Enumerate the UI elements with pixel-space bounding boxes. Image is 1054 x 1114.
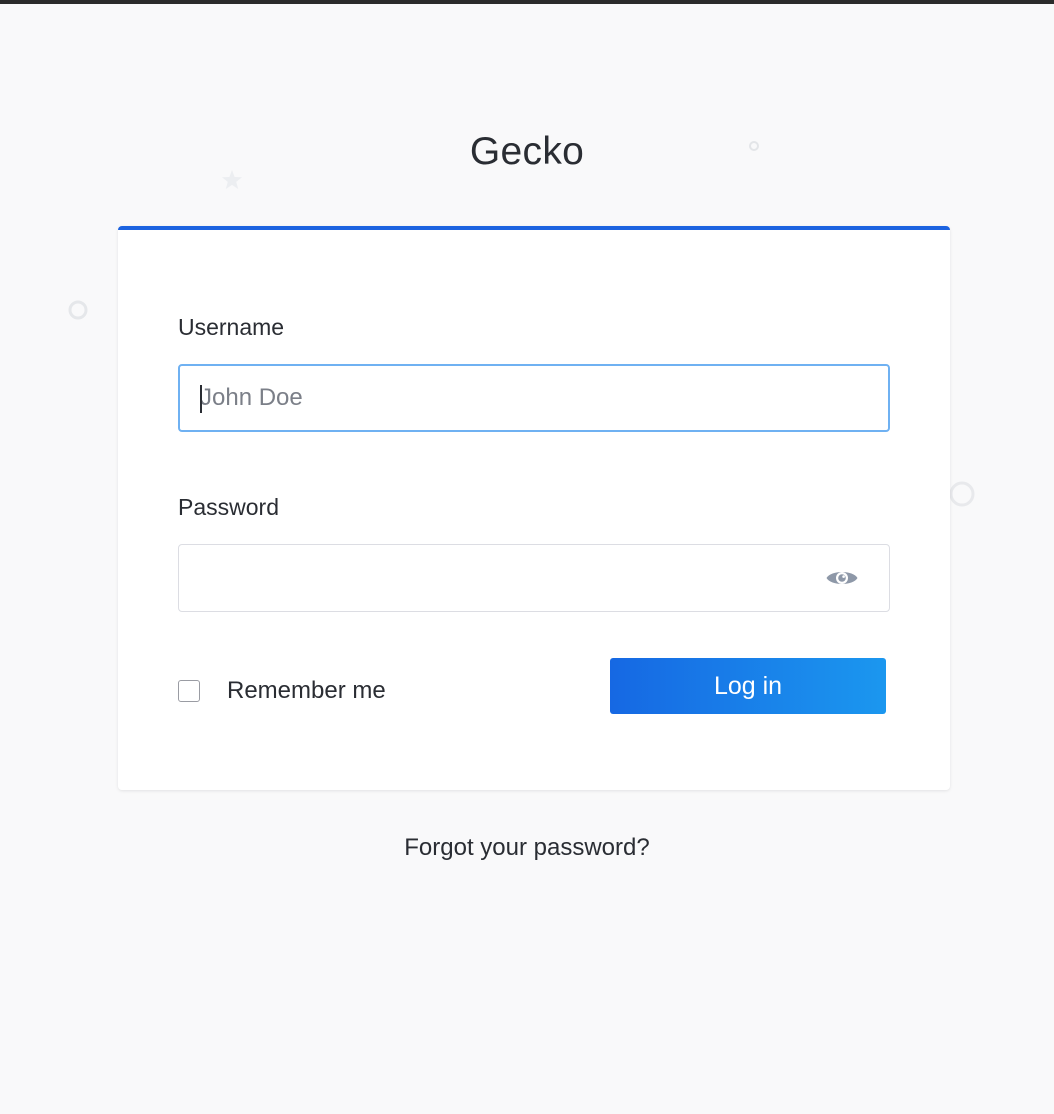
- ring-icon: [949, 481, 975, 507]
- text-caret: [200, 385, 202, 413]
- remember-me-option[interactable]: Remember me: [178, 676, 386, 706]
- login-card: Username Password Remember me Log in: [118, 226, 950, 790]
- password-field-container: [178, 544, 890, 612]
- ring-icon: [68, 300, 88, 320]
- remember-me-checkbox[interactable]: [178, 680, 200, 702]
- password-input[interactable]: [179, 545, 889, 611]
- window-top-border: [0, 0, 1054, 4]
- username-input[interactable]: [180, 366, 888, 430]
- login-button[interactable]: Log in: [610, 658, 886, 714]
- eye-icon[interactable]: [825, 566, 859, 590]
- forgot-password-link[interactable]: Forgot your password?: [0, 832, 1054, 864]
- password-label: Password: [178, 494, 279, 520]
- remember-me-label: Remember me: [227, 677, 386, 704]
- username-field-container: [178, 364, 890, 432]
- app-title: Gecko: [469, 130, 585, 173]
- username-label: Username: [178, 314, 285, 340]
